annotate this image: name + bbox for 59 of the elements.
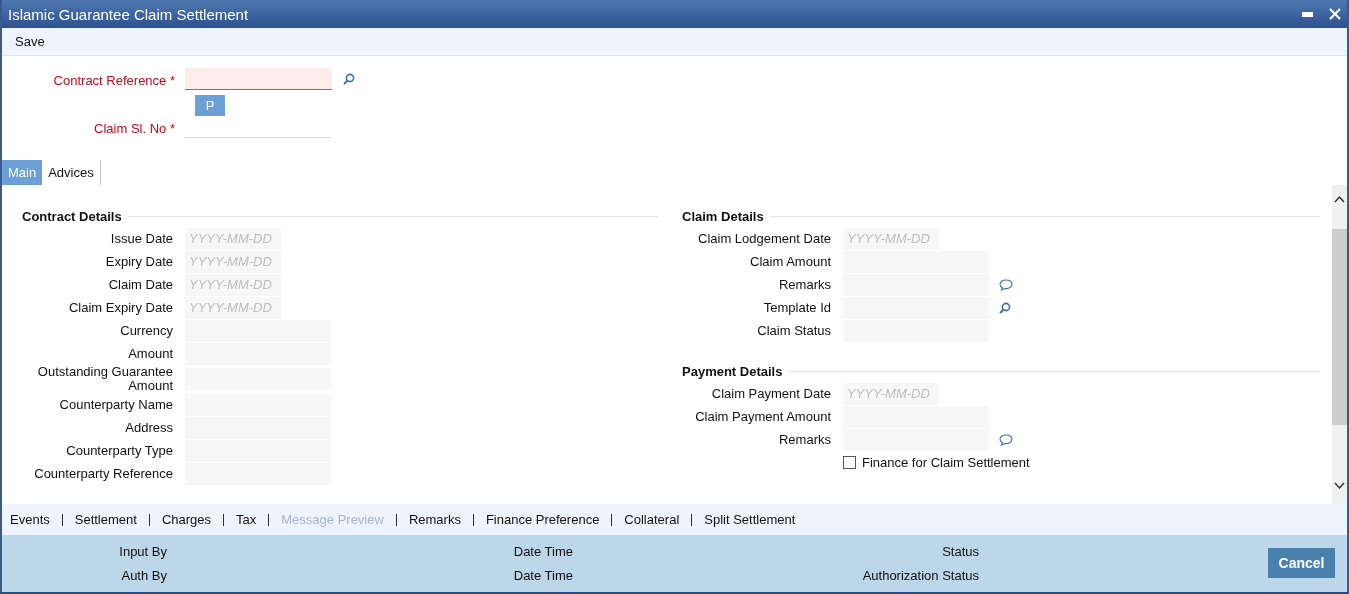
date-field[interactable]: YYYY-MM-DD [185,273,281,296]
field-label: Remarks [778,432,832,447]
link[interactable]: Split Settlement [692,512,808,527]
section-title: Contract Details [22,208,122,224]
scrollbar[interactable] [1332,185,1347,504]
field-label: Amount [127,346,174,361]
date-field[interactable]: YYYY-MM-DD [843,227,939,250]
checkbox-label: Finance for Claim Settlement [862,455,1030,470]
text-field[interactable] [185,68,332,90]
field-label: Expiry Date [104,254,174,269]
link[interactable]: Tax [224,512,269,527]
link[interactable]: Charges [149,512,224,527]
search-icon[interactable] [999,301,1011,314]
scroll-down-icon[interactable] [1334,482,1345,490]
save-link[interactable]: Save [15,34,45,49]
date-field[interactable]: YYYY-MM-DD [185,227,281,250]
field-label: Remarks [778,277,832,292]
section-title: Claim Details [682,208,764,224]
link[interactable]: Finance Preference [473,512,612,527]
field-label: Template Id [762,300,832,315]
section-title: Payment Details [682,363,783,379]
field-label: Address [124,420,174,435]
audit-label: Date Time [512,544,573,559]
field-label: Claim Sl. No * [93,120,176,138]
field-label: Claim Status [756,323,832,338]
field-label: Claim Expiry Date [67,300,174,315]
minimize-icon[interactable] [1302,11,1313,17]
audit-label: Date Time [512,568,573,583]
audit-label: Status [941,544,979,559]
comment-icon[interactable] [999,433,1013,446]
date-field[interactable]: YYYY-MM-DD [843,382,939,405]
checkbox[interactable] [843,456,856,469]
link[interactable]: Settlement [62,512,149,527]
field-label: Counterparty Type [65,443,174,458]
field-label: Claim Payment Amount [694,409,832,424]
field-label: Claim Lodgement Date [697,231,832,246]
search-icon[interactable] [343,73,355,85]
scroll-up-icon[interactable] [1334,195,1345,203]
window-title: Islamic Guarantee Claim Settlement [8,5,250,23]
comment-icon[interactable] [999,278,1013,291]
field-label: Currency [119,323,174,338]
field-label: Claim Date [107,277,174,292]
field-label: Issue Date [109,231,174,246]
field-label: Counterparty Reference [33,466,174,481]
date-field[interactable]: YYYY-MM-DD [185,296,281,319]
field-label: Claim Payment Date [710,386,832,401]
link[interactable]: Remarks [396,512,473,527]
field-label: Counterparty Name [58,397,174,412]
link[interactable]: Collateral [612,512,692,527]
close-icon[interactable] [1329,8,1341,20]
audit-label: Input By [118,544,167,559]
link[interactable]: Events [10,512,62,527]
audit-label: Auth By [120,568,167,583]
field-label: Outstanding Guarantee Amount [36,365,174,393]
cancel-button[interactable]: Cancel [1268,548,1335,578]
field-label: Claim Amount [749,254,832,269]
date-field[interactable]: YYYY-MM-DD [185,250,281,273]
field-label: Contract Reference * [52,72,176,90]
audit-label: Authorization Status [861,568,979,583]
